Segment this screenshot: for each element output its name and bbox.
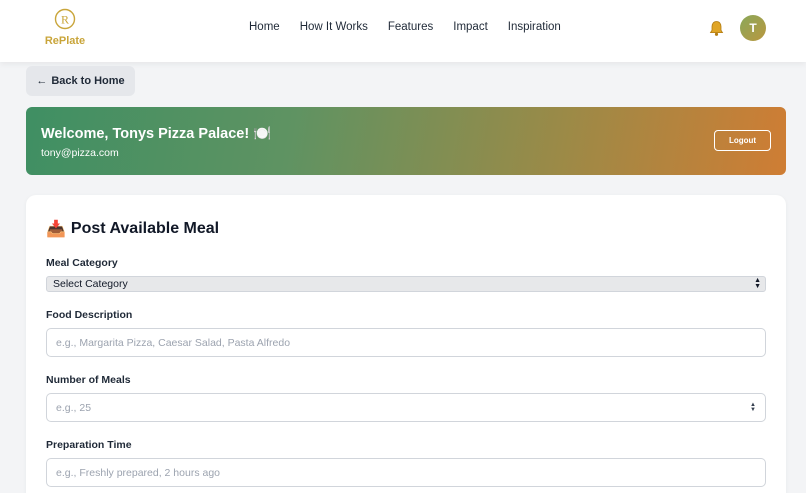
user-email: tony@pizza.com	[41, 147, 119, 159]
number-of-meals-placeholder: e.g., 25	[56, 401, 92, 414]
nav-impact[interactable]: Impact	[453, 21, 488, 33]
back-button-label: Back to Home	[51, 75, 125, 87]
nav-home[interactable]: Home	[249, 21, 280, 33]
food-description-input[interactable]: e.g., Margarita Pizza, Caesar Salad, Pas…	[46, 328, 766, 357]
arrow-left-icon: ←	[36, 75, 48, 87]
inbox-tray-icon: 📥	[46, 221, 66, 238]
welcome-text: Welcome, Tonys Pizza Palace!	[41, 126, 250, 142]
brand[interactable]: R RePlate	[40, 8, 90, 54]
food-description-placeholder: e.g., Margarita Pizza, Caesar Salad, Pas…	[56, 336, 291, 349]
preparation-time-placeholder: e.g., Freshly prepared, 2 hours ago	[56, 466, 221, 479]
welcome-title: Welcome, Tonys Pizza Palace! 🍽️	[41, 125, 271, 142]
nav-inspiration[interactable]: Inspiration	[508, 21, 561, 33]
post-meal-card: 📥 Post Available Meal Meal Category Sele…	[26, 195, 786, 493]
top-navbar: R RePlate Home How It Works Features Imp…	[0, 0, 806, 62]
logo-letter: R	[61, 13, 69, 27]
food-description-label: Food Description	[46, 309, 133, 321]
back-to-home-button[interactable]: ← Back to Home	[26, 66, 135, 96]
form-title: 📥 Post Available Meal	[46, 219, 219, 239]
number-stepper-icon[interactable]: ▲ ▼	[750, 402, 756, 413]
nav-how-it-works[interactable]: How It Works	[300, 21, 368, 33]
meal-category-value: Select Category	[53, 278, 128, 290]
user-avatar[interactable]: T	[740, 15, 766, 41]
meal-category-select[interactable]: Select Category ▲ ▼	[46, 276, 766, 292]
preparation-time-label: Preparation Time	[46, 439, 132, 451]
logout-button[interactable]: Logout	[714, 130, 771, 151]
plate-icon: 🍽️	[253, 126, 272, 142]
number-of-meals-label: Number of Meals	[46, 374, 131, 386]
brand-name: RePlate	[44, 35, 86, 47]
bell-icon[interactable]	[708, 20, 725, 37]
replate-logo-icon: R	[54, 8, 76, 30]
form-title-text: Post Available Meal	[70, 220, 220, 237]
main-nav: Home How It Works Features Impact Inspir…	[249, 21, 561, 33]
number-of-meals-input[interactable]: e.g., 25 ▲ ▼	[46, 393, 766, 422]
select-arrows-icon: ▲ ▼	[754, 277, 761, 290]
nav-features[interactable]: Features	[388, 21, 433, 33]
preparation-time-input[interactable]: e.g., Freshly prepared, 2 hours ago	[46, 458, 766, 487]
welcome-banner: Welcome, Tonys Pizza Palace! 🍽️ tony@piz…	[26, 107, 786, 175]
meal-category-label: Meal Category	[46, 257, 118, 269]
